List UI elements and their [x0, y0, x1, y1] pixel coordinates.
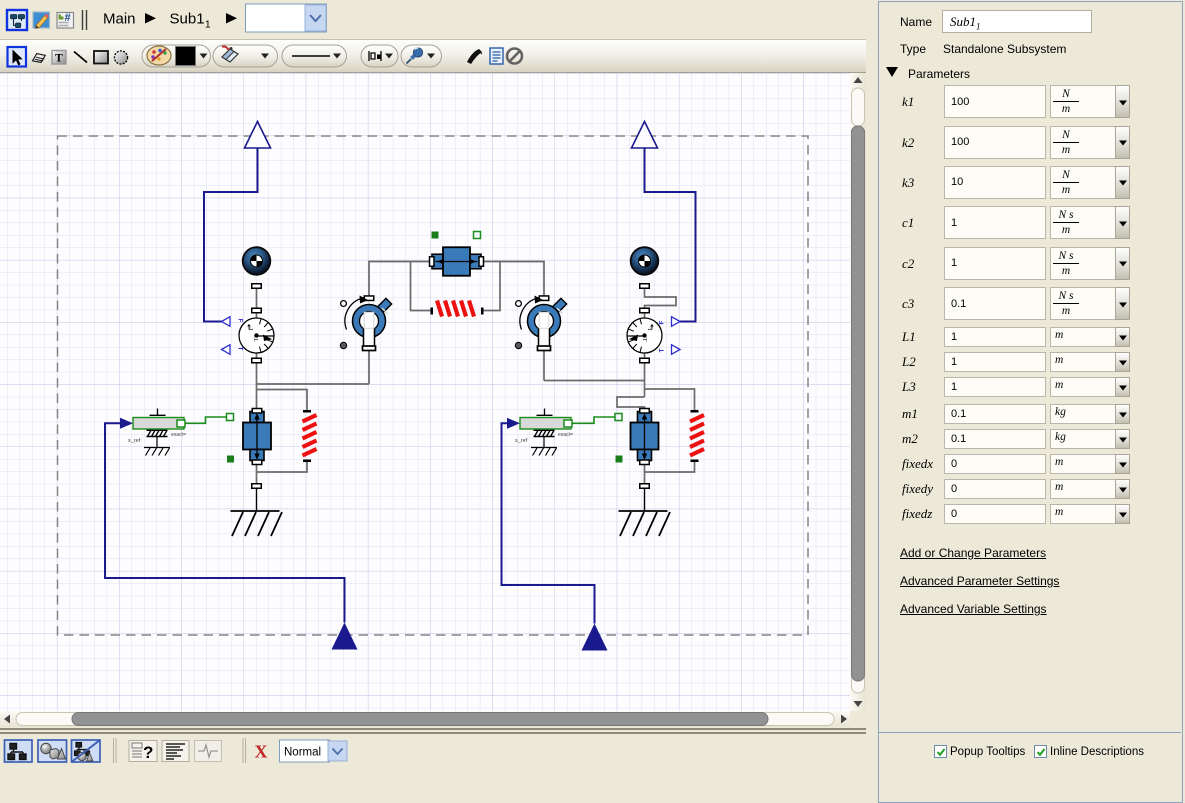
svg-text:T: T — [659, 349, 666, 353]
svg-text:F: F — [659, 321, 666, 325]
svg-text:X: X — [255, 742, 268, 762]
svg-text:T: T — [55, 53, 63, 65]
svg-text:F: F — [237, 319, 244, 323]
svg-text:T: T — [237, 347, 244, 351]
svg-text:Main: Main — [103, 11, 136, 28]
svg-text:1: 1 — [205, 20, 211, 31]
svg-text:?: ? — [143, 743, 153, 762]
svg-text:Normal: Normal — [284, 747, 321, 759]
svg-text:Sub1: Sub1 — [170, 11, 205, 28]
